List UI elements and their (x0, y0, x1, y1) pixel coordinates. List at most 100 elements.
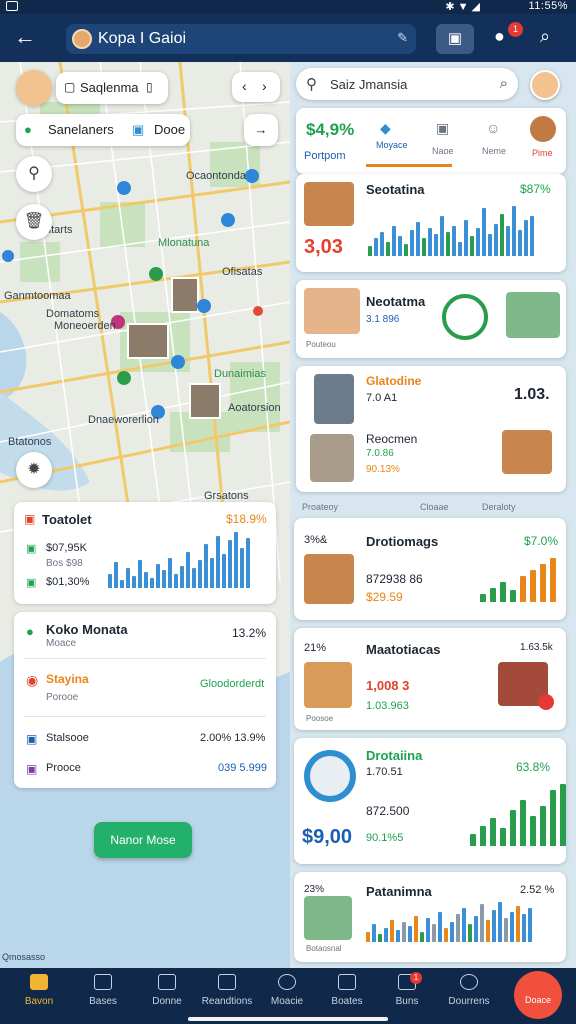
floating-action-button[interactable]: Doace (514, 971, 562, 1019)
filter-label-a: Sanelaners (48, 122, 114, 137)
map-layers-icon[interactable]: ⚲ (16, 156, 52, 192)
nav-item-boates[interactable]: Boates (318, 974, 376, 1007)
column-header: Deraloty (482, 502, 516, 512)
profile-avatar[interactable] (530, 70, 560, 100)
card-value-3: 1.03.963 (366, 700, 409, 712)
nav-item-bavon[interactable]: Bavon (10, 974, 68, 1007)
list-item-title[interactable]: Stalsooe (46, 732, 89, 744)
people-card[interactable]: Pouteou Neotatma 3.1 896 (296, 280, 566, 358)
card-pct: $87% (520, 182, 551, 196)
card-title: Maatotiacas (366, 642, 441, 657)
leaf-icon: ● (26, 624, 34, 639)
left-stats-card[interactable]: ▣ Toatolet $18.9% ▣ $07,95K Bos $98 ▣ $0… (14, 502, 276, 604)
pin-icon: ◉ (26, 672, 39, 688)
notification-button[interactable]: ● 1 (494, 22, 523, 50)
card-sub: 1.70.51 (366, 766, 403, 778)
chevron-right-icon[interactable]: › (262, 78, 267, 94)
nav-arrows[interactable]: ‹ › (232, 72, 280, 102)
people-illustration (304, 288, 360, 334)
nav-item-buns[interactable]: Buns 1 (378, 972, 436, 1007)
card-value-2: 90.1%5 (366, 832, 404, 844)
check-icon: ▣ (26, 577, 37, 589)
nav-label: Boates (331, 996, 363, 1007)
stats-row: Bos $98 (46, 558, 83, 569)
status-time: 11:55% (528, 0, 568, 12)
map-label: Domatoms (46, 308, 100, 320)
tab-neme[interactable]: Neme (482, 146, 506, 156)
nav-item-donne[interactable]: Donne (138, 974, 196, 1007)
map-filter-chip[interactable]: ● Sanelaners ▣ Dooe (16, 114, 190, 146)
summary-value: $4,9% (306, 120, 355, 139)
landscape-card[interactable]: 23% Botaosnal Patanimna 2.52 % (294, 872, 566, 962)
search-icon[interactable]: ⌕ (500, 75, 508, 92)
card-pct-left: 23% (304, 884, 325, 895)
nav-label: Bavon (24, 996, 54, 1007)
trash-icon[interactable]: 🗑 (16, 204, 52, 240)
nav-label: Dourrens (448, 996, 490, 1007)
shop-illustration (304, 554, 354, 604)
tab-indicator (366, 164, 452, 167)
tab-pime[interactable]: Pime (532, 148, 553, 158)
map-label: Moneoerden (54, 320, 116, 332)
list-item-value: Gloodorderdt (200, 678, 265, 690)
nav-item-dourrens[interactable]: Dourrens (440, 974, 498, 1007)
list-item-value: 039 5.999 (218, 762, 267, 774)
right-search-placeholder: Saiz Jmansia (330, 77, 408, 92)
filter-label-b: Dooe (154, 122, 186, 137)
summary-label: Portpom (304, 150, 346, 162)
market-illustration (506, 292, 560, 338)
map-label: Grsatons (204, 490, 249, 502)
alert-badge-icon[interactable] (538, 694, 554, 710)
tab-active[interactable]: Moyace (376, 140, 408, 150)
search-icon[interactable]: ⌕ (540, 26, 550, 47)
list-item-title[interactable]: Koko Monata (46, 622, 128, 637)
notification-badge: 1 (508, 22, 523, 37)
forward-arrow-icon[interactable]: → (244, 114, 278, 146)
app-title: Kopa I Gaioi (98, 30, 187, 47)
tab-naoe[interactable]: Naoe (432, 146, 454, 156)
card-title-2: Reocmen (366, 432, 418, 446)
back-arrow-icon[interactable]: ← (14, 24, 36, 50)
nav-item-reandtions[interactable]: Reandtions (198, 974, 256, 1007)
app-bar: ← Kopa I Gaioi ✎ ▣ ● 1 ⌕ (0, 14, 576, 62)
home-tab-icon: ◆ (380, 120, 391, 136)
house-illustration (304, 182, 354, 226)
right-search-input[interactable]: ⚲ Saiz Jmansia ⌕ (296, 68, 518, 100)
battery-icon (6, 1, 18, 11)
user-avatar[interactable] (16, 70, 52, 106)
person-tab-icon (530, 116, 556, 142)
landscape-illustration (304, 896, 352, 940)
divider (24, 658, 266, 659)
chevron-left-icon[interactable]: ‹ (242, 78, 247, 94)
list-item-title[interactable]: Stayina (46, 672, 89, 686)
primary-action-button[interactable]: Nanor Mose (94, 822, 192, 858)
card-caption: Botaosnal (306, 944, 342, 953)
nav-item-bases[interactable]: Bases (74, 974, 132, 1007)
card-pct-left: 3%& (304, 534, 328, 546)
card-title: Seotatina (366, 182, 425, 197)
layout-button[interactable]: ▣ (436, 24, 474, 54)
map-search-chip[interactable]: ▢ Saqlenma ▯ (56, 72, 168, 104)
calendar-icon: ▣ (132, 122, 145, 137)
building-card[interactable]: Glatodine 7.0 A1 1.03. Reocmen 7.0.86 90… (296, 366, 566, 492)
card-caption: Poosoe (306, 714, 334, 723)
card-value: 1.03. (514, 386, 550, 403)
card-value-2: 1,008 3 (366, 678, 410, 693)
donut-card[interactable]: Drotaiina 1.70.51 63.8% 872.500 $9,00 90… (294, 738, 566, 864)
property-card[interactable]: Seotatina $87% 3,03 (296, 174, 566, 272)
title-pill[interactable]: Kopa I Gaioi ✎ (66, 24, 416, 54)
list-item-title[interactable]: Prooce (46, 762, 81, 774)
compass-icon[interactable]: ✹ (16, 452, 52, 488)
nav-item-moacie[interactable]: Moacie (258, 974, 316, 1007)
chat-icon: ● (494, 26, 505, 46)
mic-icon[interactable]: ✎ (397, 30, 408, 46)
card-title: Patanimna (366, 884, 432, 899)
market-card[interactable]: 21% Poosoe Maatotiacas 1.63.5k 1,008 3 1… (294, 628, 566, 730)
search-icon (278, 974, 296, 990)
nav-label: Buns (395, 996, 419, 1007)
building-illustration (314, 374, 354, 424)
card-caption: Pouteou (306, 340, 336, 349)
stats-icon: ▣ (24, 512, 36, 526)
home-icon (30, 974, 48, 990)
trend-card[interactable]: 3%& Drotiomags $7.0% 872938 86 $29.59 (294, 518, 566, 620)
